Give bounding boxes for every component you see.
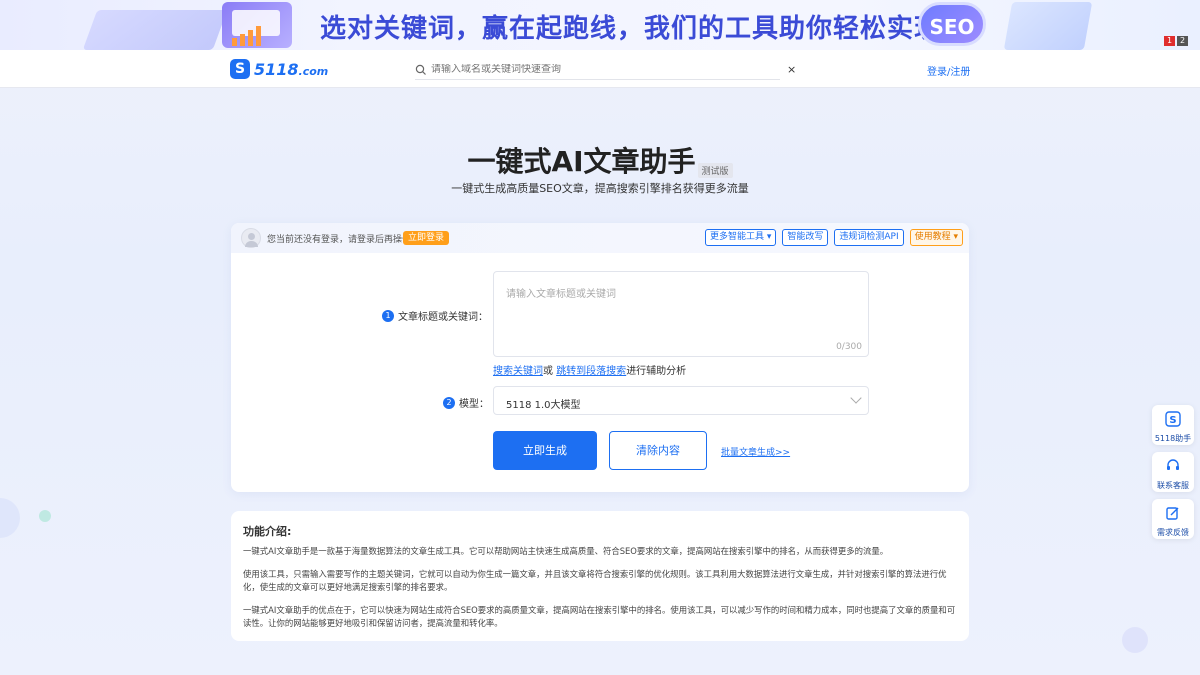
login-register-link[interactable]: 登录/注册 (927, 63, 970, 78)
feature-intro: 功能介绍: 一键式AI文章助手是一款基于海量数据算法的文章生成工具。它可以帮助网… (231, 511, 969, 641)
logo-suffix: .com (298, 64, 329, 78)
site-logo[interactable]: S 5118.com (230, 59, 328, 79)
intro-paragraph-3: 一键式AI文章助手的优点在于，它可以快速为网站生成符合SEO要求的高质量文章，提… (243, 605, 956, 628)
banner-cube-illustration (1003, 2, 1093, 50)
bg-circle-3 (1122, 627, 1148, 653)
intro-paragraph-2: 使用该工具，只需输入需要写作的主题关键词，它就可以自动为你生成一篇文章，并且该文… (243, 569, 947, 592)
generator-card: 您当前还没有登录，请登录后再操作 立即登录 更多智能工具 ▾ 智能改写 违规词检… (231, 223, 969, 492)
top-banner[interactable]: 选对关键词，赢在起跑线，我们的工具助你轻松实现！ SEO 1 2 (0, 0, 1200, 50)
page-title: 一键式AI文章助手 测试版 (0, 140, 1200, 180)
side-feedback-label: 需求反馈 (1157, 528, 1189, 537)
banner-pager: 1 2 (1164, 36, 1188, 46)
textarea-placeholder: 请输入文章标题或关键词 (506, 289, 616, 300)
aux-analysis-line: 搜索关键词或 跳转到段落搜索进行辅助分析 (493, 362, 686, 377)
header-actions: 更多智能工具 ▾ 智能改写 违规词检测API 使用教程 ▾ (704, 229, 963, 246)
pager-2[interactable]: 2 (1177, 36, 1188, 46)
page-title-text: 一键式AI文章助手 (467, 145, 696, 178)
banner-headline: 选对关键词，赢在起跑线，我们的工具助你轻松实现！ (320, 14, 969, 44)
logo-text: 5118 (254, 59, 299, 79)
more-tools-button[interactable]: 更多智能工具 ▾ (704, 229, 777, 246)
side-customer-service[interactable]: 联系客服 (1152, 452, 1194, 492)
clear-button[interactable]: 清除内容 (609, 431, 707, 470)
side-service-label: 联系客服 (1157, 481, 1189, 490)
smart-rewrite-button[interactable]: 智能改写 (782, 229, 829, 246)
banner-chart-illustration (232, 26, 264, 46)
title-label-text: 文章标题或关键词： (398, 312, 488, 323)
search-input[interactable] (431, 64, 761, 75)
search-bar (415, 60, 780, 80)
step-1-badge: 1 (382, 309, 394, 322)
violation-api-button[interactable]: 违规词检测API (834, 229, 904, 246)
bg-circle-2 (39, 510, 51, 522)
close-icon[interactable]: × (787, 63, 796, 76)
avatar (241, 228, 261, 248)
step-2-badge: 2 (443, 396, 455, 409)
aux-or: 或 (543, 366, 553, 377)
search-icon (415, 64, 426, 75)
search-keyword-link[interactable]: 搜索关键词 (493, 366, 543, 377)
model-select-value: 5118 1.0大模型 (506, 400, 581, 411)
generate-button[interactable]: 立即生成 (493, 431, 597, 470)
bg-circle-1 (0, 498, 20, 538)
paragraph-search-link[interactable]: 跳转到段落搜索 (556, 366, 626, 377)
pager-1[interactable]: 1 (1164, 36, 1175, 46)
chevron-down-icon (850, 392, 862, 404)
assistant-logo-icon: S (1165, 411, 1181, 427)
char-counter: 0/300 (836, 342, 862, 352)
banner-decoration (82, 10, 228, 50)
beta-badge: 测试版 (697, 163, 733, 178)
card-header: 您当前还没有登录，请登录后再操作 立即登录 更多智能工具 ▾ 智能改写 违规词检… (231, 223, 969, 253)
model-select[interactable]: 5118 1.0大模型 (493, 386, 869, 415)
top-navigation: S 5118.com × 登录/注册 (0, 50, 1200, 88)
svg-text:S: S (1169, 415, 1176, 426)
edit-icon (1166, 507, 1179, 520)
title-textarea[interactable]: 请输入文章标题或关键词 0/300 (493, 271, 869, 357)
model-field-label: 2 模型： (443, 395, 489, 410)
headset-icon (1167, 459, 1179, 470)
side-feedback[interactable]: 需求反馈 (1152, 499, 1194, 539)
intro-paragraph-1: 一键式AI文章助手是一款基于海量数据算法的文章生成工具。它可以帮助网站主快速生成… (243, 546, 889, 556)
login-now-button[interactable]: 立即登录 (403, 231, 450, 245)
title-field-label: 1 文章标题或关键词： (382, 308, 488, 323)
seo-badge-icon: SEO (918, 2, 986, 46)
aux-rest: 进行辅助分析 (626, 366, 687, 377)
logo-icon: S (230, 59, 250, 79)
login-tip: 您当前还没有登录，请登录后再操作 (267, 235, 412, 245)
side-assistant-label: 5118助手 (1154, 434, 1192, 443)
page-subtitle: 一键式生成高质量SEO文章，提高搜索引擎排名获得更多流量 (451, 182, 749, 195)
intro-title: 功能介绍: (243, 525, 292, 538)
batch-generate-link[interactable]: 批量文章生成>> (721, 445, 790, 458)
model-label-text: 模型： (459, 399, 489, 410)
side-assistant[interactable]: S 5118助手 (1152, 405, 1194, 445)
tutorial-button[interactable]: 使用教程 ▾ (909, 229, 963, 246)
